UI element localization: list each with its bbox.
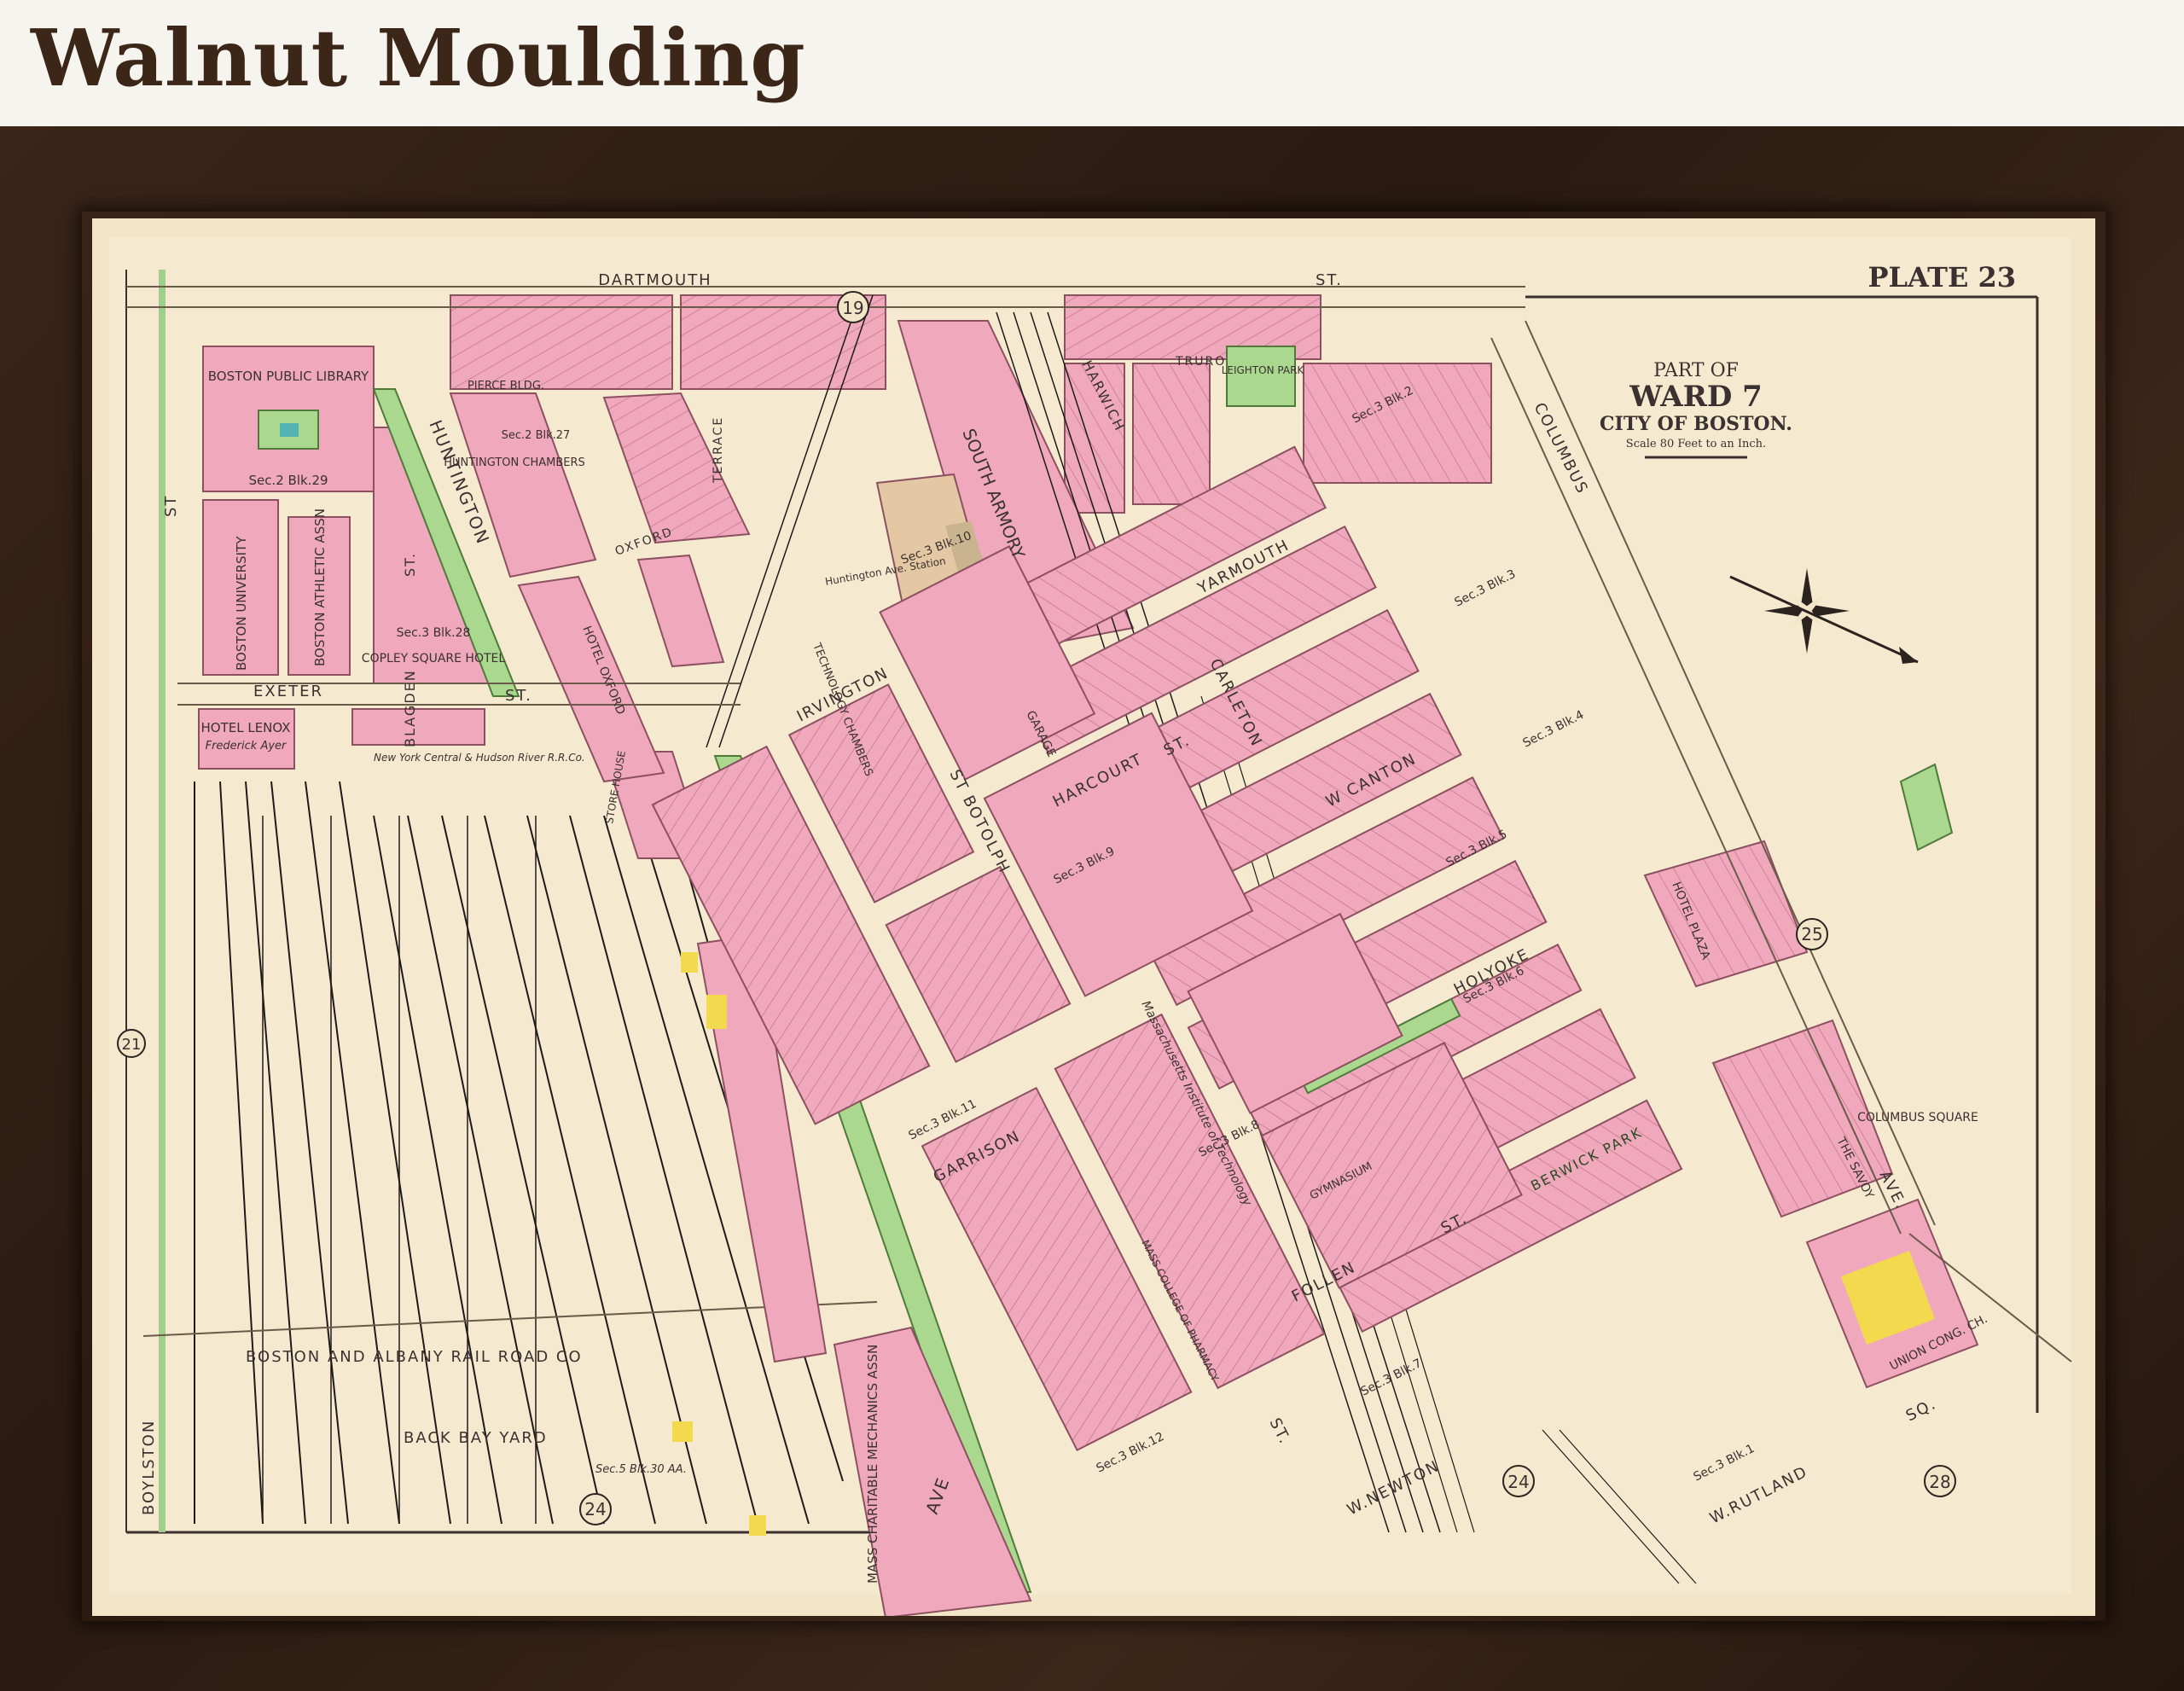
boylston-strip [159, 270, 166, 1532]
label-copley-square-hotel: COPLEY SQUARE HOTEL [362, 652, 506, 665]
label-boston-athletic: BOSTON ATHLETIC ASSN [312, 508, 328, 666]
label-sec2-blk29: Sec.2 Blk.29 [248, 473, 328, 488]
label-mass-charitable: MASS CHARITABLE MECHANICS ASSN [865, 1345, 880, 1583]
street-blagden-st: ST. [402, 552, 418, 577]
label-hotel-lenox-owner: Frederick Ayer [206, 740, 288, 753]
street-exeter-st: ST. [505, 687, 532, 705]
page-title: Walnut Moulding [31, 12, 806, 104]
label-ny-central: New York Central & Hudson River R.R.Co. [374, 752, 585, 764]
label-pierce-bldg: PIERCE BLDG. [468, 380, 544, 392]
label-sec2-blk27: Sec.2 Blk.27 [502, 429, 571, 442]
plate-ref-24-newton: 24 [1507, 1472, 1529, 1492]
label-boston-albany: BOSTON AND ALBANY RAIL ROAD CO [246, 1348, 583, 1366]
page-header: Walnut Moulding [0, 0, 2184, 126]
street-st-left: ST [162, 495, 180, 517]
label-hotel-lenox: HOTEL LENOX [200, 720, 290, 735]
label-sec5-blk30aa: Sec.5 Blk.30 AA. [595, 1463, 687, 1476]
plate-ref-24-yard: 24 [584, 1499, 606, 1520]
map-paper: 19 21 24 24 25 28 PLATE 23 PART OF WARD … [92, 218, 2095, 1616]
label-columbus-square: COLUMBUS SQUARE [1857, 1111, 1978, 1124]
walnut-frame: 19 21 24 24 25 28 PLATE 23 PART OF WARD … [0, 126, 2184, 1691]
cartouche-part-of: PART OF [1653, 360, 1739, 381]
street-truro: TRURO [1175, 355, 1226, 369]
cartouche-scale: Scale 80 Feet to an Inch. [1626, 438, 1766, 450]
street-terrace: TERRACE [712, 416, 725, 484]
cartouche-ward: WARD 7 [1629, 380, 1763, 414]
label-boston-university: BOSTON UNIVERSITY [234, 536, 249, 671]
plate-ref-28: 28 [1929, 1472, 1950, 1492]
plate-number: PLATE 23 [1867, 261, 2016, 293]
street-boylston: BOYLSTON [140, 1420, 158, 1515]
label-huntington-chambers: HUNTINGTON CHAMBERS [444, 456, 585, 469]
map-svg: 19 21 24 24 25 28 PLATE 23 PART OF WARD … [92, 218, 2095, 1616]
label-back-bay-yard: BACK BAY YARD [404, 1429, 548, 1447]
street-st-top: ST. [1316, 271, 1343, 289]
plate-ref-21: 21 [122, 1036, 142, 1054]
label-public-library: BOSTON PUBLIC LIBRARY [208, 369, 369, 384]
street-dartmouth: DARTMOUTH [598, 271, 712, 289]
cartouche-city: CITY OF BOSTON. [1600, 413, 1792, 435]
plate-ref-25: 25 [1801, 924, 1822, 944]
label-sec3-blk28: Sec.3 Blk.28 [397, 626, 471, 640]
street-blagden: BLAGDEN [402, 669, 418, 747]
street-exeter: EXETER [253, 683, 323, 700]
plate-ref-19: 19 [842, 298, 863, 318]
label-leighton-park: LEIGHTON PARK [1222, 364, 1305, 376]
